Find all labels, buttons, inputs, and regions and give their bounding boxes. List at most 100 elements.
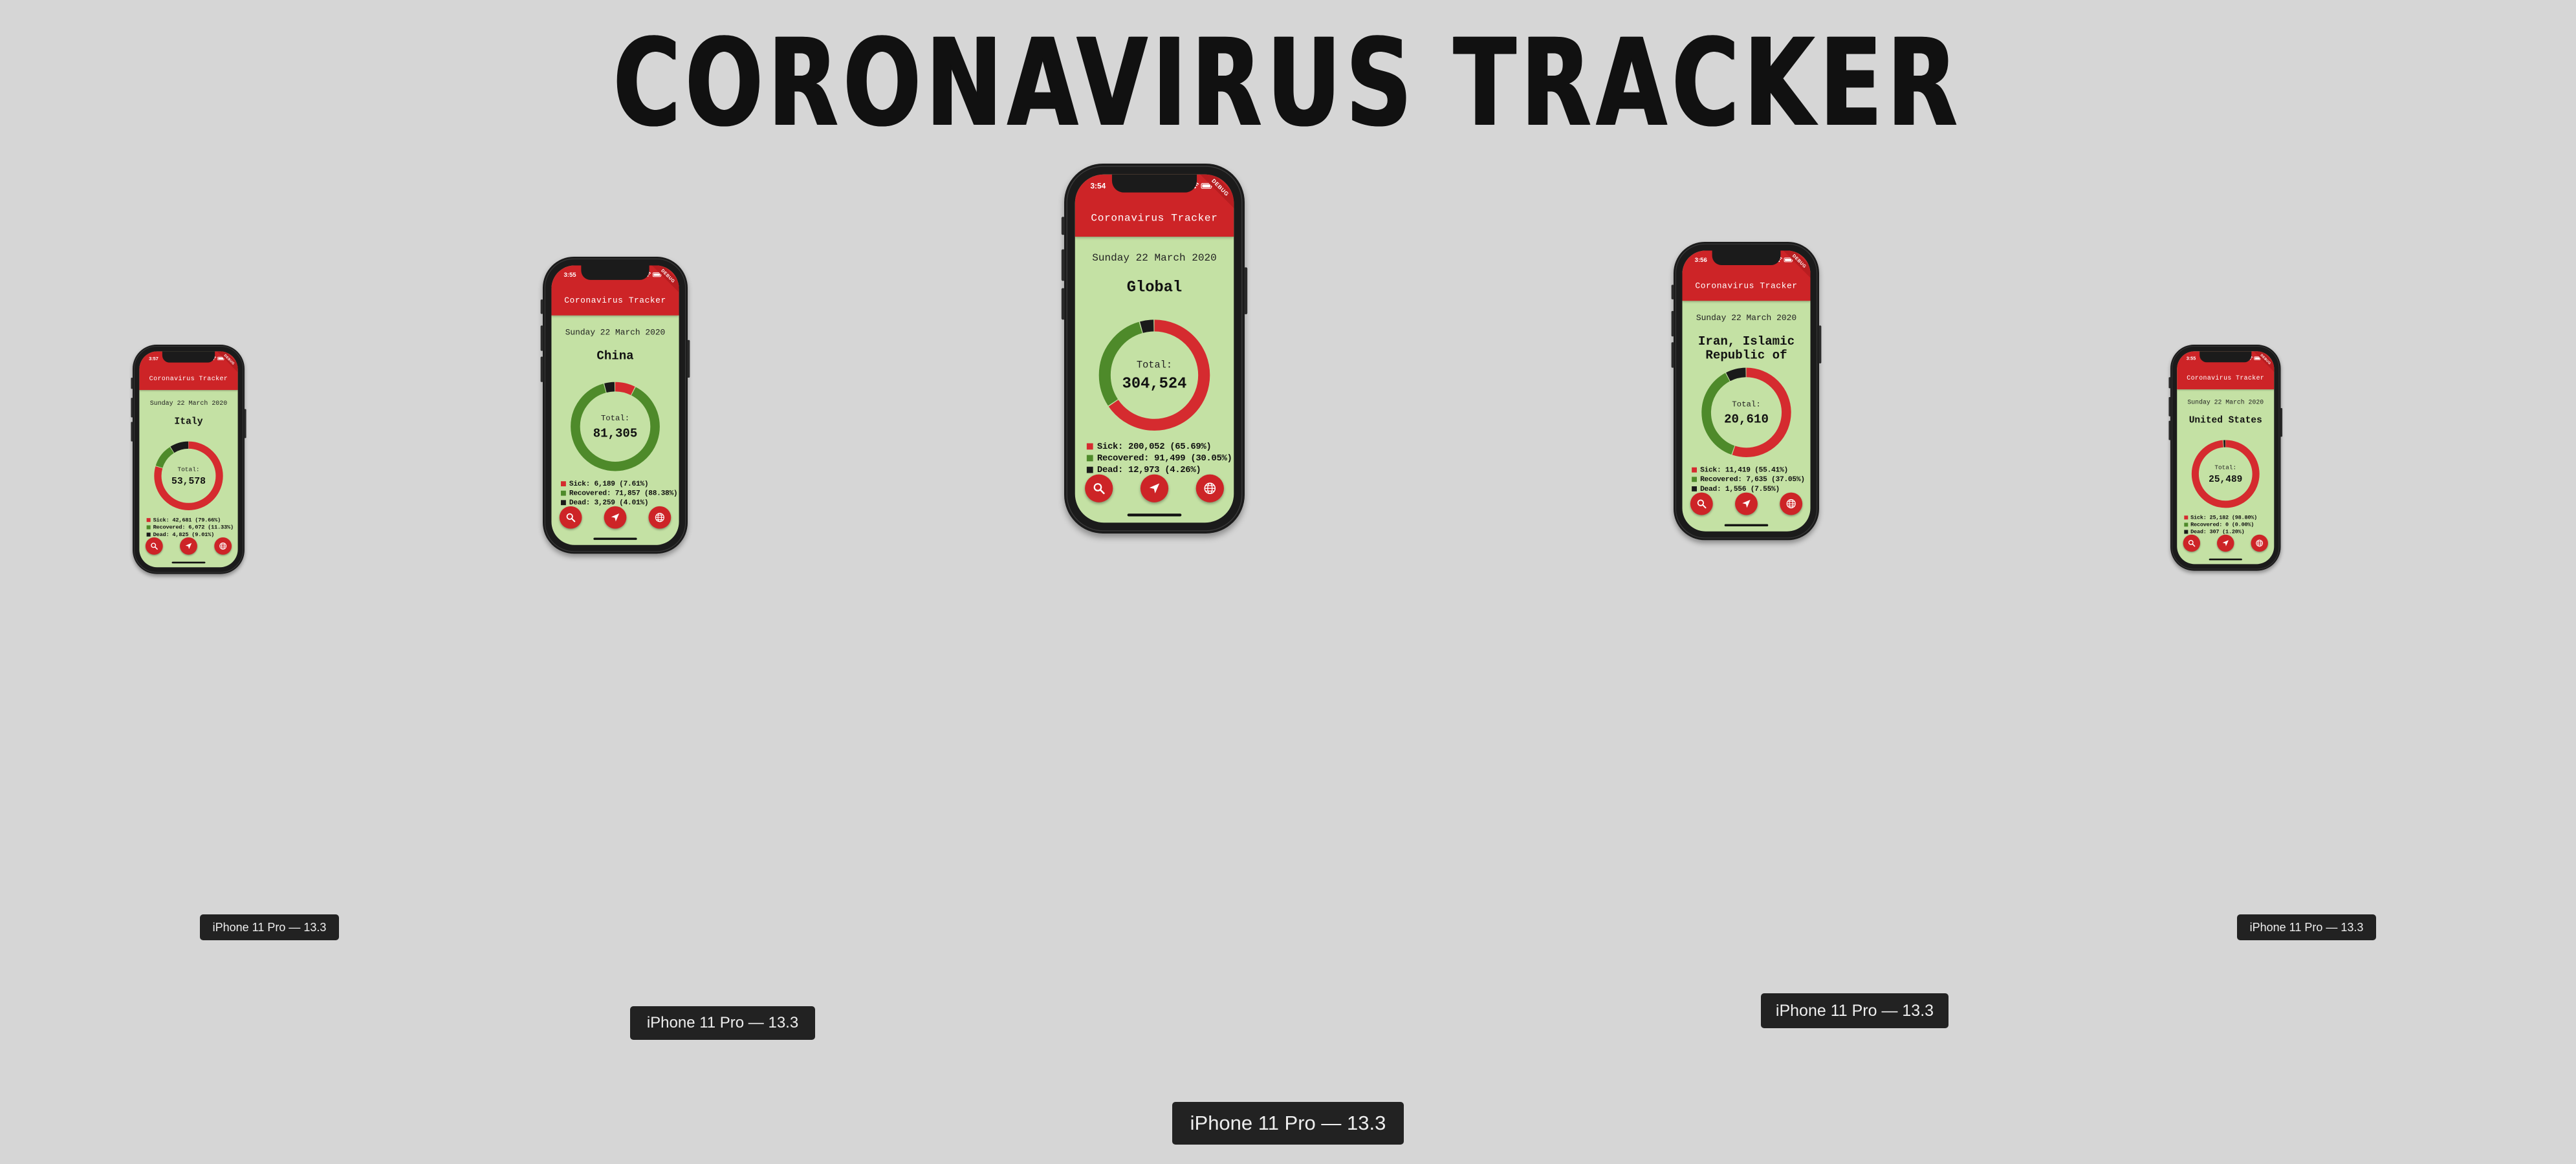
app-bar-title: Coronavirus Tracker [149,374,228,382]
my-location-button[interactable] [1735,492,1758,515]
search-button[interactable] [559,506,582,529]
home-indicator [1724,524,1769,526]
my-location-button[interactable] [180,537,197,555]
legend-swatch-dead [561,500,566,506]
legend-swatch-sick [1086,443,1093,450]
search-icon [2188,539,2196,547]
app-screen: 3:55 DEBUG Coronavirus Tracker Sunday 22… [2177,351,2275,565]
power-button [1818,325,1822,363]
date-label: Sunday 22 March 2020 [2187,398,2264,406]
app-bar-title: Coronavirus Tracker [1695,281,1798,291]
volume-down-button [2168,420,2171,440]
legend-swatch-dead [2184,530,2189,534]
search-button[interactable] [1690,492,1713,515]
app-bar: 3:56 DEBUG Coronavirus Tracker [1682,250,1811,301]
global-button[interactable] [1780,492,1803,515]
legend-item-recovered: Recovered: 6,072 (11.33%) [146,524,234,531]
navigation-arrow-icon [2222,540,2229,546]
power-button [687,339,690,378]
total-label: Total: [1136,359,1173,371]
legend-swatch-dead [146,532,151,537]
legend-label-sick: Sick: 6,189 (7.61%) [569,479,649,488]
search-button[interactable] [145,537,163,555]
global-button[interactable] [214,537,232,555]
legend-swatch-recovered [2184,523,2189,527]
legend-label-recovered: Recovered: 6,072 (11.33%) [153,524,234,531]
volume-up-button [1061,249,1065,281]
app-screen: 3:57 DEBUG Coronavirus Tracker Sunday 22… [139,351,238,568]
camera-notch [2199,351,2252,363]
region-name: Global [1126,279,1183,297]
my-location-button[interactable] [2217,534,2234,552]
power-button [1244,267,1248,314]
cases-legend: Sick: 25,182 (98.80%) Recovered: 0 (0.00… [2184,514,2257,535]
legend-label-sick: Sick: 11,419 (55.41%) [1700,466,1788,475]
legend-label-dead: Dead: 3,259 (4.01%) [569,498,649,507]
total-cases-value: 25,489 [2209,474,2243,485]
region-name: China [596,349,634,363]
navigation-arrow-icon [1149,483,1160,493]
legend-label-dead: Dead: 12,973 (4.26%) [1097,464,1201,475]
global-button[interactable] [648,506,671,529]
device-label: iPhone 11 Pro — 13.3 [2237,914,2376,940]
region-name: Italy [174,416,203,427]
search-button[interactable] [1085,474,1113,502]
globe-icon [655,513,664,523]
status-time: 3:57 [149,356,158,361]
home-indicator [593,537,637,540]
search-button[interactable] [2183,534,2201,552]
date-label: Sunday 22 March 2020 [565,327,666,338]
global-button[interactable] [1195,474,1224,502]
device-label: iPhone 11 Pro — 13.3 [630,1006,815,1040]
phone-device: 3:57 DEBUG Coronavirus Tracker Sunday 22… [131,345,246,574]
cases-legend: Sick: 11,419 (55.41%) Recovered: 7,635 (… [1692,465,1805,493]
legend-item-sick: Sick: 11,419 (55.41%) [1692,465,1805,475]
search-icon [566,513,576,523]
globe-icon [1786,499,1796,509]
status-time: 3:54 [1090,181,1106,191]
device-label: iPhone 11 Pro — 13.3 [1172,1102,1404,1145]
silent-switch [540,299,543,314]
legend-swatch-sick [561,481,566,487]
debug-banner: DEBUG [1197,174,1234,210]
search-icon [1697,499,1707,509]
volume-up-button [1671,310,1674,337]
my-location-button[interactable] [1140,474,1169,502]
home-indicator [2209,558,2242,561]
debug-banner: DEBUG [2252,351,2275,373]
total-label: Total: [1732,400,1761,409]
legend-label-recovered: Recovered: 91,499 (30.05%) [1097,453,1232,464]
device-label: iPhone 11 Pro — 13.3 [200,914,339,940]
navigation-arrow-icon [185,543,192,550]
legend-label-recovered: Recovered: 71,857 (88.38%) [569,489,678,498]
legend-label-dead: Dead: 307 (1.20%) [2190,528,2245,535]
page-title: CORONAVIRUS TRACKER [613,13,1963,154]
total-label: Total: [177,466,200,473]
search-icon [1093,483,1105,495]
silent-switch [2168,377,2171,389]
legend-item-recovered: Recovered: 7,635 (37.05%) [1692,475,1805,484]
global-button[interactable] [2251,534,2268,552]
volume-down-button [131,422,133,442]
camera-notch [1712,250,1781,265]
cases-legend: Sick: 200,052 (65.69%) Recovered: 91,499… [1086,440,1232,475]
debug-banner: DEBUG [1781,250,1811,280]
app-bar: 3:55 DEBUG Coronavirus Tracker [2177,351,2275,390]
date-label: Sunday 22 March 2020 [149,399,228,407]
total-cases-value: 81,305 [593,427,638,441]
status-time: 3:55 [2186,356,2196,361]
silent-switch [1061,217,1065,235]
power-button [2280,408,2283,437]
my-location-button[interactable] [604,506,627,529]
legend-swatch-sick [1692,467,1697,473]
legend-swatch-dead [1692,486,1697,491]
status-time: 3:56 [1694,256,1707,264]
power-button [244,409,246,438]
device-label: iPhone 11 Pro — 13.3 [1761,993,1948,1028]
app-screen: 3:55 DEBUG Coronavirus Tracker Sunday 22… [551,265,679,545]
legend-item-sick: Sick: 25,182 (98.80%) [2184,514,2257,521]
legend-label-sick: Sick: 25,182 (98.80%) [2190,514,2258,521]
legend-swatch-recovered [1086,455,1093,462]
region-name: Iran, Islamic Republic of [1697,335,1795,363]
camera-notch [581,265,649,280]
